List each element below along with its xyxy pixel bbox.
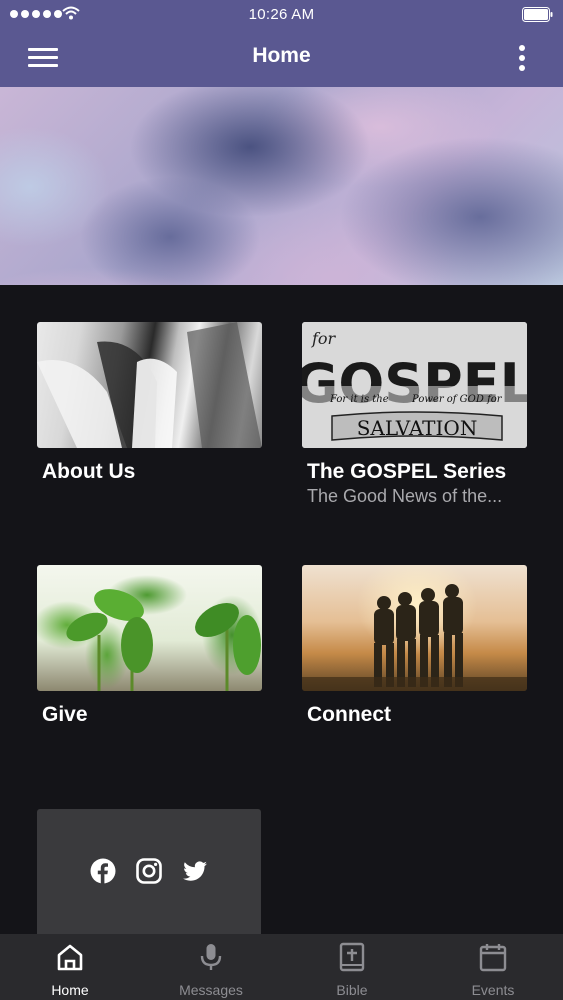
clasped-hands-image[interactable]: [37, 322, 262, 448]
battery-icon: [522, 7, 553, 22]
card-title: About Us: [42, 460, 136, 483]
card-title: The GOSPEL Series: [307, 460, 507, 483]
gospel-lettering-image[interactable]: for GOSPEL For it is the Power of GOD fo…: [302, 322, 527, 448]
svg-text:For it is the: For it is the: [329, 394, 389, 405]
svg-text:for: for: [311, 329, 337, 348]
page-title: Home: [252, 44, 311, 67]
tab-label: Home: [51, 982, 89, 998]
app-header: Home: [0, 30, 563, 87]
card-title: Give: [42, 703, 88, 726]
microphone-icon: [200, 944, 222, 970]
hero-banner-image: [0, 87, 563, 285]
friends-sunset-image[interactable]: [302, 565, 527, 691]
twitter-icon[interactable]: [182, 858, 208, 884]
more-vertical-icon[interactable]: [515, 43, 529, 73]
seedlings-image[interactable]: [37, 565, 262, 691]
tab-label: Messages: [179, 982, 243, 998]
card-connect[interactable]: Connect: [302, 565, 527, 735]
tab-bible[interactable]: Bible: [282, 934, 422, 1000]
bottom-tab-bar: Home Messages Bible Events: [0, 934, 563, 1000]
social-links-card: [37, 809, 261, 939]
status-bar: 10:26 AM: [0, 0, 563, 30]
tab-label: Bible: [336, 982, 368, 998]
status-time: 10:26 AM: [248, 6, 315, 23]
tab-home[interactable]: Home: [0, 934, 140, 1000]
svg-text:Power of GOD for: Power of GOD for: [411, 394, 503, 405]
card-give[interactable]: Give: [37, 565, 262, 735]
bible-icon: [339, 942, 365, 972]
card-title: Connect: [307, 703, 391, 726]
tab-label: Events: [471, 982, 515, 998]
calendar-icon: [479, 944, 507, 972]
home-icon: [57, 944, 83, 971]
facebook-icon[interactable]: [90, 858, 116, 884]
instagram-icon[interactable]: [136, 858, 162, 884]
card-about-us[interactable]: About Us: [37, 322, 262, 512]
svg-text:SALVATION: SALVATION: [357, 416, 478, 440]
tab-messages[interactable]: Messages: [141, 934, 281, 1000]
card-gospel-series[interactable]: for GOSPEL For it is the Power of GOD fo…: [302, 322, 527, 512]
tab-events[interactable]: Events: [423, 934, 563, 1000]
card-subtitle: The Good News of the...: [307, 486, 503, 506]
